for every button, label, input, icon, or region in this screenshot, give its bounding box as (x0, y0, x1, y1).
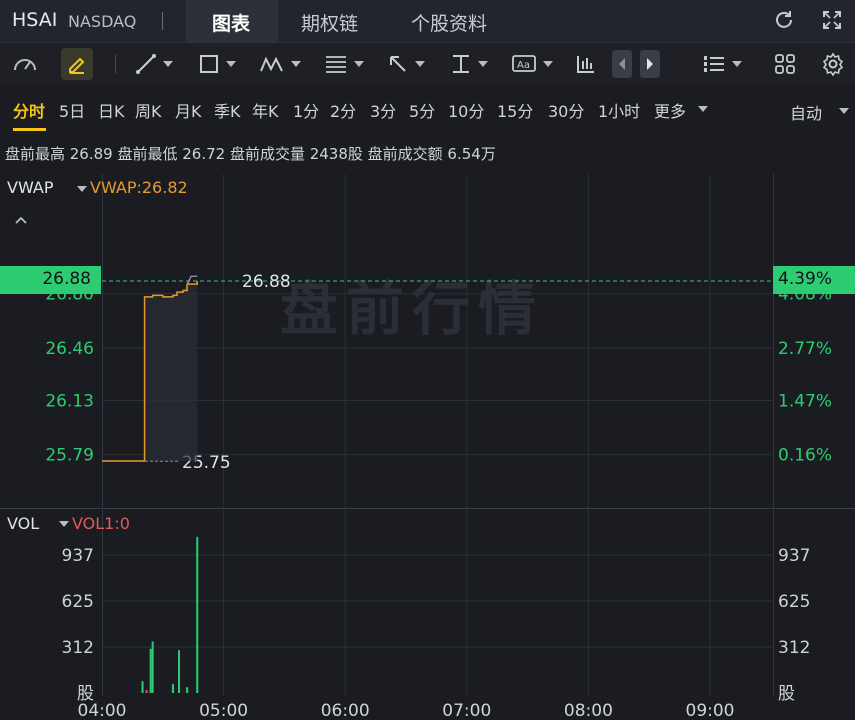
percent-tick-label: 2.77% (778, 339, 832, 359)
last-percent-value: 4.39% (778, 269, 833, 289)
volume-tick-label-right: 625 (778, 592, 810, 612)
indicator-selector[interactable]: VWAP (7, 178, 53, 197)
last-price-label: 26.88 (242, 272, 291, 292)
volume-bar (141, 681, 144, 693)
volume-bar (186, 687, 189, 693)
time-axis-label: 09:00 (686, 701, 735, 720)
last-percent-tag: 4.39% (773, 266, 855, 294)
volume-tick-label: 625 (62, 592, 94, 612)
chevron-down-icon[interactable] (77, 186, 87, 192)
volume-tick-label-right: 937 (778, 546, 810, 566)
price-tick-label: 26.13 (45, 391, 94, 411)
percent-tick-label: 0.16% (778, 446, 832, 466)
volume-tick-label-right: 312 (778, 638, 810, 658)
volume-bar (145, 690, 148, 693)
vwap-value: VWAP:26.82 (90, 178, 188, 197)
volume-bar (171, 684, 174, 693)
volume-indicator-value: VOL1:0 (72, 514, 130, 533)
chart-canvas: 26.80 4.08%26.46 2.77%26.13 1.47%25.79 0.16%… (45, 174, 832, 720)
time-axis-label: 07:00 (442, 701, 491, 720)
last-price-value: 26.88 (42, 269, 91, 289)
time-axis-label: 08:00 (564, 701, 613, 720)
volume-tick-label-right: 股 (778, 684, 795, 704)
last-price-tag: 26.88 (0, 266, 101, 294)
volume-indicator-selector[interactable]: VOL (7, 514, 39, 533)
percent-tick-label: 1.47% (778, 391, 832, 411)
volume-bar (149, 648, 152, 693)
time-axis-label: 05:00 (199, 701, 248, 720)
chevron-up-icon[interactable] (14, 210, 28, 229)
volume-bar (151, 641, 154, 693)
volume-bar (178, 650, 181, 693)
price-tick-label: 25.79 (45, 446, 94, 466)
time-axis-label: 04:00 (78, 701, 127, 720)
price-area-fill (144, 281, 198, 461)
volume-tick-label: 937 (62, 546, 94, 566)
chevron-down-icon[interactable] (59, 521, 69, 527)
time-axis-label: 06:00 (321, 701, 370, 720)
price-tick-label: 26.46 (45, 339, 94, 359)
volume-tick-label: 312 (62, 638, 94, 658)
volume-bar (196, 536, 199, 693)
